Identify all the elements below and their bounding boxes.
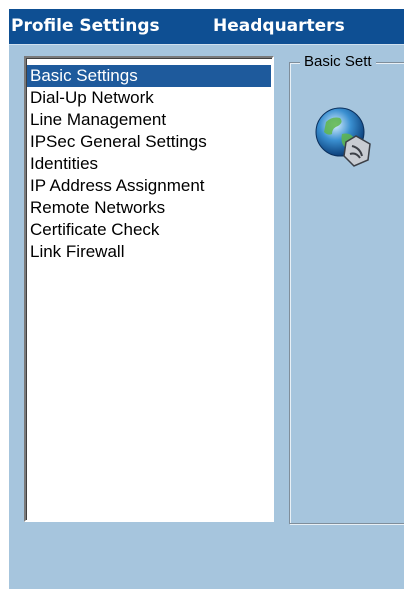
list-item-dial-up-network[interactable]: Dial-Up Network bbox=[27, 87, 271, 109]
list-item-line-management[interactable]: Line Management bbox=[27, 109, 271, 131]
globe-network-icon bbox=[315, 107, 371, 167]
divider bbox=[9, 44, 404, 45]
list-item-link-firewall[interactable]: Link Firewall bbox=[27, 241, 271, 263]
list-item-remote-networks[interactable]: Remote Networks bbox=[27, 197, 271, 219]
list-item-ip-address-assignment[interactable]: IP Address Assignment bbox=[27, 175, 271, 197]
settings-category-list[interactable]: Basic Settings Dial-Up Network Line Mana… bbox=[24, 56, 274, 522]
list-item-certificate-check[interactable]: Certificate Check bbox=[27, 219, 271, 241]
title-profile-settings: Profile Settings bbox=[11, 16, 160, 36]
groupbox-title: Basic Sett bbox=[300, 53, 376, 70]
list-item-ipsec-general-settings[interactable]: IPSec General Settings bbox=[27, 131, 271, 153]
list-item-basic-settings[interactable]: Basic Settings bbox=[27, 65, 271, 87]
title-bar: Profile Settings Headquarters bbox=[9, 9, 404, 44]
title-profile-name: Headquarters bbox=[213, 16, 345, 36]
list-item-identities[interactable]: Identities bbox=[27, 153, 271, 175]
